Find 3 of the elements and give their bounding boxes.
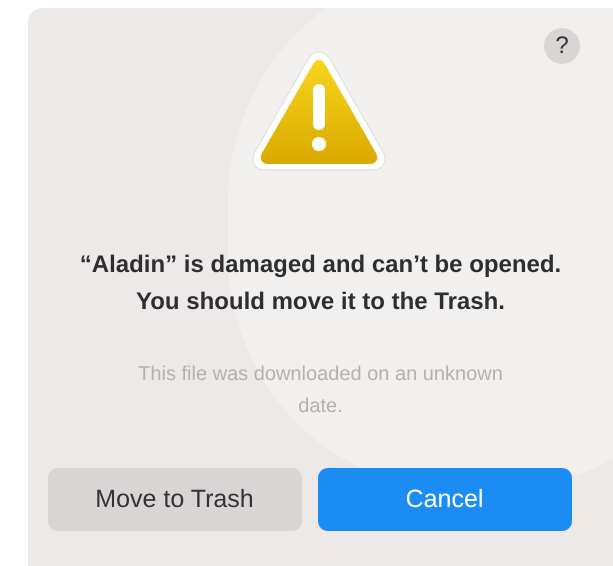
move-to-trash-button[interactable]: Move to Trash [48,468,302,531]
alert-title: “Aladin” is damaged and can’t be opened. You should move it to the Trash. [78,250,562,317]
alert-message: This file was downloaded on an unknown date. [137,362,504,419]
